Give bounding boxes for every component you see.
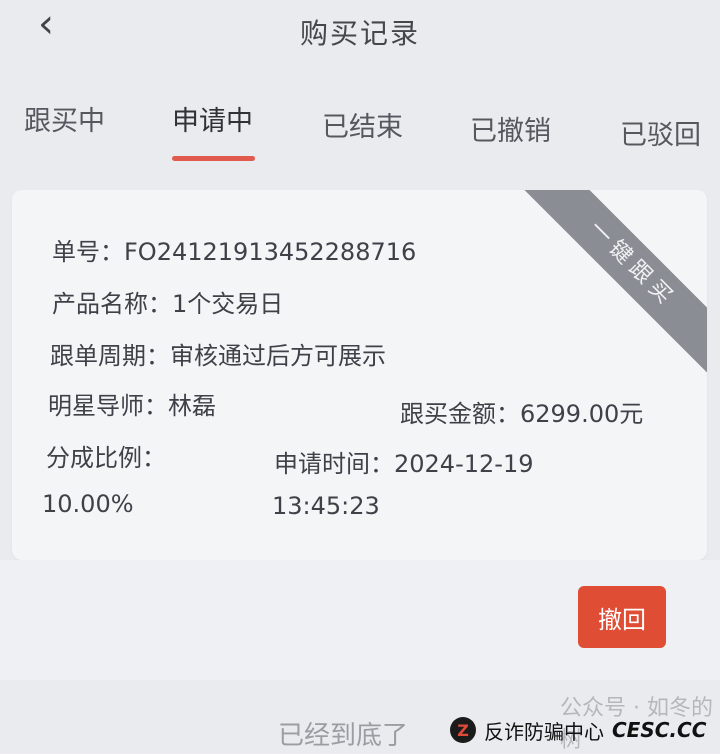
product-value: 1个交易日 <box>172 290 284 318</box>
watermark: Z 反诈防骗中心 CESC.CC <box>450 710 706 750</box>
order-card[interactable]: 一键跟买 单号：FO24121913452288716 产品名称：1个交易日 跟… <box>12 190 707 560</box>
tab-bar: 跟买中 申请中 已结束 已撤销 已驳回 <box>0 95 720 165</box>
order-number-row: 单号：FO24121913452288716 <box>52 232 416 267</box>
amount-row: 跟买金额：6299.00元 <box>400 394 643 429</box>
cycle-row: 跟单周期：审核通过后方可展示 <box>50 336 386 371</box>
product-row: 产品名称：1个交易日 <box>52 284 283 319</box>
tab-following[interactable]: 跟买中 <box>24 99 105 138</box>
apply-time-row: 申请时间：2024-12-19 <box>274 444 533 479</box>
apply-time-value: 13:45:23 <box>272 492 380 520</box>
amount-label: 跟买金额： <box>400 400 520 428</box>
cycle-label: 跟单周期： <box>50 342 170 370</box>
withdraw-button[interactable]: 撤回 <box>578 586 666 648</box>
ratio-value: 10.00% <box>42 490 134 518</box>
cycle-value: 审核通过后方可展示 <box>170 342 386 370</box>
order-number-value: FO24121913452288716 <box>124 238 417 266</box>
watermark-site: CESC.CC <box>612 718 707 742</box>
tab-finished[interactable]: 已结束 <box>322 105 403 144</box>
watermark-name: 反诈防骗中心 <box>484 719 604 744</box>
tab-revoked[interactable]: 已撤销 <box>470 109 551 148</box>
mentor-row: 明星导师：林磊 <box>48 386 216 421</box>
mentor-label: 明星导师： <box>48 392 168 420</box>
active-tab-indicator <box>172 156 255 161</box>
end-of-list-text: 已经到底了 <box>278 721 409 751</box>
mentor-value: 林磊 <box>168 392 216 420</box>
header-bar: ‹ 购买记录 <box>0 0 720 70</box>
page-title: 购买记录 <box>299 17 420 50</box>
order-number-label: 单号： <box>52 238 124 266</box>
one-click-follow-ribbon: 一键跟买 <box>523 190 707 374</box>
apply-date-value: 2024-12-19 <box>394 450 534 478</box>
apply-time-label: 申请时间： <box>274 450 394 478</box>
tab-rejected[interactable]: 已驳回 <box>620 113 701 152</box>
ratio-label: 分成比例： <box>46 444 166 472</box>
product-label: 产品名称： <box>52 290 172 318</box>
tab-applying[interactable]: 申请中 <box>172 99 253 138</box>
amount-value: 6299.00元 <box>520 400 644 428</box>
anti-fraud-logo-icon: Z <box>450 717 476 743</box>
